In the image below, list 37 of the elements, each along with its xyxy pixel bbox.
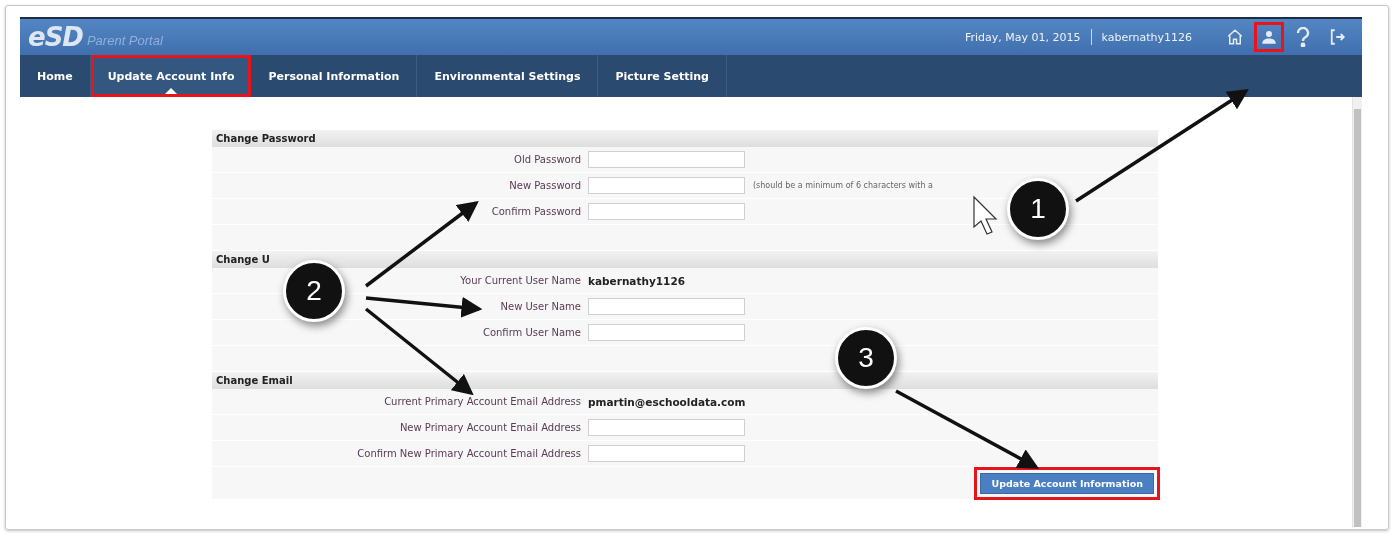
home-icon[interactable] [1226, 28, 1244, 46]
field-label: Current Primary Account Email Address [383, 396, 582, 407]
input-field[interactable] [588, 177, 745, 194]
input-field[interactable] [588, 445, 745, 462]
date-text: Friday, May 01, 2015 [964, 30, 1081, 44]
nav-tab[interactable]: Environmental Settings [417, 55, 599, 97]
field-label: Old Password [513, 154, 582, 165]
input-field[interactable] [588, 324, 745, 341]
field-label: New Password [508, 180, 582, 191]
section-header: Change Password [212, 130, 1158, 147]
hint-text: (should be a minimum of 6 characters with a [753, 181, 933, 190]
section-header: Change Email [212, 372, 1158, 389]
update-button[interactable]: Update Account Information [974, 466, 1160, 500]
help-icon[interactable] [1296, 27, 1310, 47]
field-label: New Primary Account Email Address [398, 422, 582, 433]
input-field[interactable] [588, 298, 745, 315]
field-label: New User Name [499, 301, 582, 312]
nav-tab[interactable]: Home [20, 55, 91, 97]
input-field[interactable] [588, 151, 745, 168]
field-value: kabernathy1126 [588, 274, 685, 287]
nav-tab[interactable]: Update Account Info [90, 55, 252, 97]
nav-tab[interactable]: Picture Setting [598, 55, 727, 97]
user-icon[interactable] [1260, 28, 1278, 46]
field-label: Confirm User Name [481, 327, 582, 338]
field-value: pmartin@eschooldata.com [588, 395, 746, 408]
user-name: kabernathy1126 [1101, 30, 1192, 44]
logo: eSD [28, 22, 83, 52]
nav-tab[interactable]: Personal Information [251, 55, 418, 97]
input-field[interactable] [588, 203, 745, 220]
scrollbar[interactable] [1352, 97, 1362, 527]
section-header: Change U [212, 251, 1158, 268]
logout-icon[interactable] [1328, 28, 1346, 46]
field-label: Your Current User Name [459, 275, 582, 286]
field-label: Confirm Password [490, 206, 582, 217]
field-label: Confirm New Primary Account Email Address [356, 448, 582, 459]
input-field[interactable] [588, 419, 745, 436]
portal-title: Parent Portal [86, 32, 163, 48]
